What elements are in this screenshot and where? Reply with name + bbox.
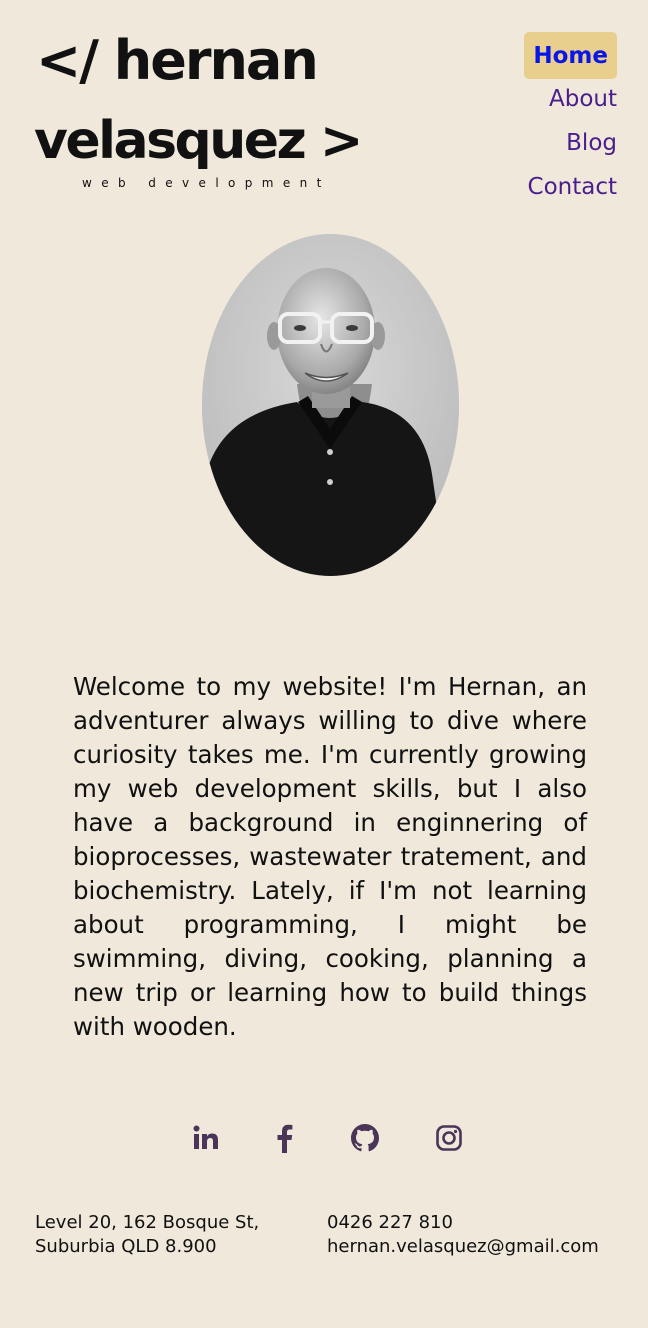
address-line-2: Suburbia QLD 8.900	[35, 1236, 217, 1257]
logo-text-surname: velasquez >	[34, 111, 363, 171]
nav-home[interactable]: Home	[524, 32, 617, 79]
logo-subtitle: web development	[82, 176, 331, 190]
main-nav: Home About Blog Contact	[524, 32, 617, 217]
nav-blog[interactable]: Blog	[566, 129, 617, 157]
social-links	[0, 1122, 648, 1156]
instagram-icon[interactable]	[433, 1122, 465, 1154]
intro-paragraph: Welcome to my website! I'm Hernan, an ad…	[73, 672, 587, 1041]
email-address[interactable]: hernan.velasquez@gmail.com	[327, 1235, 599, 1259]
linkedin-icon[interactable]	[190, 1122, 222, 1154]
footer-address: Level 20, 162 Bosque St, Suburbia QLD 8.…	[35, 1211, 259, 1259]
phone-number[interactable]: 0426 227 810	[327, 1211, 599, 1235]
profile-photo	[202, 234, 459, 576]
nav-about[interactable]: About	[549, 85, 617, 113]
github-icon[interactable]	[349, 1122, 381, 1154]
facebook-icon[interactable]	[269, 1122, 301, 1154]
nav-contact[interactable]: Contact	[528, 173, 617, 201]
footer-contact: 0426 227 810 hernan.velasquez@gmail.com	[327, 1211, 599, 1259]
site-logo[interactable]: </ hernan velasquez > web development	[34, 26, 363, 196]
address-line-1: Level 20, 162 Bosque St,	[35, 1212, 260, 1233]
logo-text-name: </ hernan	[36, 29, 319, 92]
